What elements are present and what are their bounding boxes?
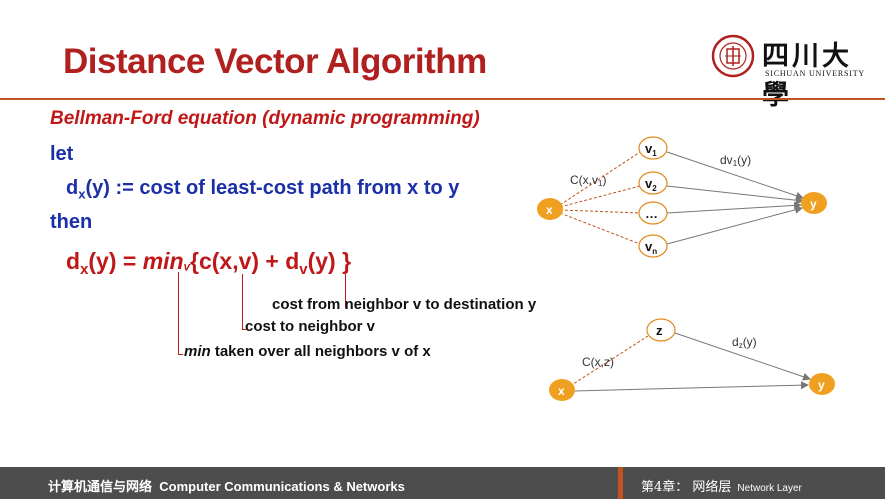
- single-neighbor-diagram: x y z C(x,z) dz(y): [549, 318, 835, 401]
- slide: Distance Vector Algorithm 四川大學 SICHUAN U…: [0, 0, 885, 499]
- footer-chapter: 第4章： 网络层 Network Layer: [641, 480, 802, 495]
- edge-x-y: [573, 381, 809, 392]
- node2-y-label: y: [818, 378, 825, 392]
- node2-z-label: z: [656, 323, 663, 338]
- node2-x-label: x: [558, 384, 565, 398]
- edge2-cost-label: C(x,z): [582, 355, 614, 369]
- footer-accent: [618, 467, 623, 499]
- dz-label: dz(y): [732, 335, 757, 350]
- footer-course-title: 计算机通信与网络 Computer Communications & Netwo…: [48, 479, 405, 494]
